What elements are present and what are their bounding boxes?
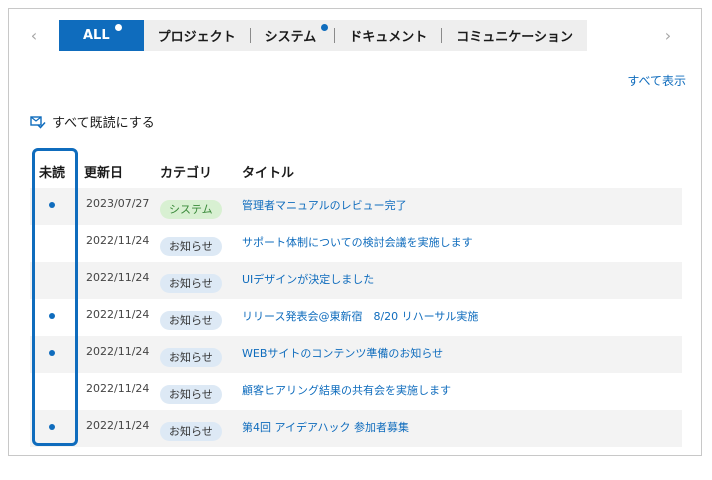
title-link[interactable]: WEBサイトのコンテンツ準備のお知らせ — [238, 336, 682, 361]
category-cell: お知らせ — [160, 373, 238, 404]
title-link[interactable]: 第4回 アイデアハック 参加者募集 — [238, 410, 682, 435]
table-row[interactable]: 2022/11/24 お知らせ リリース発表会@東新宿 8/20 リハーサル実施 — [30, 299, 682, 336]
tabs-next-arrow-icon[interactable]: › — [650, 18, 686, 52]
unread-cell — [30, 225, 74, 234]
title-link[interactable]: リリース発表会@東新宿 8/20 リハーサル実施 — [238, 299, 682, 324]
tab-document-label: ドキュメント — [349, 30, 428, 45]
category-badge: お知らせ — [160, 311, 222, 330]
table-row[interactable]: 2022/11/24 お知らせ サポート体制についての検討会議を実施します — [30, 225, 682, 262]
category-badge: システム — [160, 200, 222, 219]
unread-dot-icon — [49, 313, 55, 319]
tab-system-unread-badge — [321, 24, 329, 31]
unread-dot-icon — [49, 202, 55, 208]
tab-system[interactable]: システム — [251, 20, 335, 51]
news-table: 未読 更新日 カテゴリ タイトル 2023/07/27 システム 管理者マニュアルの… — [30, 154, 682, 447]
title-link[interactable]: サポート体制についての検討会議を実施します — [238, 225, 682, 250]
date-cell: 2022/11/24 — [86, 308, 150, 321]
tab-communication-label: コミュニケーション — [456, 30, 574, 45]
tab-project[interactable]: プロジェクト — [144, 20, 250, 51]
tabs-prev-arrow-icon[interactable]: ‹ — [16, 18, 52, 52]
unread-cell — [30, 336, 74, 356]
table-header: 未読 更新日 カテゴリ タイトル — [30, 154, 682, 188]
date-cell: 2022/11/24 — [86, 345, 150, 358]
table-row[interactable]: 2022/11/24 お知らせ 顧客ヒアリング結果の共有会を実施します — [30, 373, 682, 410]
tab-all-unread-badge — [114, 24, 122, 31]
title-link[interactable]: 管理者マニュアルのレビュー完了 — [238, 188, 682, 213]
unread-cell — [30, 373, 74, 382]
category-tabs: ALL プロジェクト システム ドキュメント コミュニケーション — [59, 20, 588, 51]
date-cell: 2022/11/24 — [86, 271, 150, 284]
category-cell: お知らせ — [160, 262, 238, 293]
table-body: 2023/07/27 システム 管理者マニュアルのレビュー完了 2022/11/24 お… — [30, 188, 682, 447]
header-category: カテゴリ — [160, 165, 213, 181]
tab-document[interactable]: ドキュメント — [335, 20, 441, 51]
category-badge: お知らせ — [160, 385, 222, 404]
header-unread: 未読 — [38, 165, 65, 181]
category-cell: お知らせ — [160, 336, 238, 367]
unread-dot-icon — [49, 424, 55, 430]
mark-read-icon — [30, 115, 46, 129]
unread-cell — [30, 262, 74, 271]
table-row[interactable]: 2022/11/24 お知らせ 第4回 アイデアハック 参加者募集 — [30, 410, 682, 447]
header-date: 更新日 — [84, 165, 124, 181]
table-row[interactable]: 2023/07/27 システム 管理者マニュアルのレビュー完了 — [30, 188, 682, 225]
title-link[interactable]: 顧客ヒアリング結果の共有会を実施します — [238, 373, 682, 398]
tab-communication[interactable]: コミュニケーション — [442, 20, 587, 51]
unread-cell — [30, 188, 74, 208]
title-link[interactable]: UIデザインが決定しました — [238, 262, 682, 287]
date-cell: 2022/11/24 — [86, 382, 150, 395]
tab-project-label: プロジェクト — [157, 30, 236, 45]
category-cell: お知らせ — [160, 410, 238, 441]
date-cell: 2022/11/24 — [86, 234, 150, 247]
category-badge: お知らせ — [160, 237, 222, 256]
category-badge: お知らせ — [160, 422, 222, 441]
category-badge: お知らせ — [160, 274, 222, 293]
category-tabbar: ‹ ALL プロジェクト システム ドキュメント コミュニケーション › — [16, 18, 686, 52]
tab-system-label: システム — [264, 30, 317, 45]
tab-all[interactable]: ALL — [59, 20, 144, 51]
unread-cell — [30, 299, 74, 319]
header-title: タイトル — [242, 165, 295, 181]
category-cell: お知らせ — [160, 225, 238, 256]
unread-dot-icon — [49, 350, 55, 356]
mark-all-read-label: すべて既読にする — [52, 116, 155, 131]
mark-all-read-button[interactable]: すべて既読にする — [30, 112, 155, 131]
table-row[interactable]: 2022/11/24 お知らせ UIデザインが決定しました — [30, 262, 682, 299]
show-all-link[interactable]: すべて表示 — [627, 72, 686, 89]
table-row[interactable]: 2022/11/24 お知らせ WEBサイトのコンテンツ準備のお知らせ — [30, 336, 682, 373]
date-cell: 2023/07/27 — [86, 197, 150, 210]
tab-all-label: ALL — [83, 28, 110, 43]
unread-cell — [30, 410, 74, 430]
date-cell: 2022/11/24 — [86, 419, 150, 432]
category-cell: システム — [160, 188, 238, 219]
category-badge: お知らせ — [160, 348, 222, 367]
category-cell: お知らせ — [160, 299, 238, 330]
